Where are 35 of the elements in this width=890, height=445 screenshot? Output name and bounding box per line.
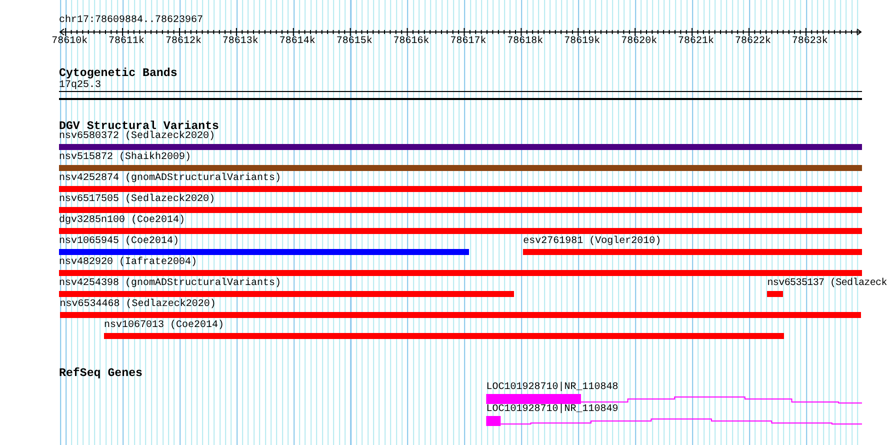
variant-label: nsv6517505 (Sedlazeck2020): [59, 194, 216, 206]
variant-label: nsv6534468 (Sedlazeck2020): [60, 299, 216, 311]
gene-label: LOC101928710|NR_110848: [486, 382, 618, 394]
tick-label: 78615k: [336, 36, 372, 48]
gene-label: LOC101928710|NR_110849: [486, 404, 618, 416]
variant-label: dgv3285n100 (Coe2014): [59, 215, 186, 227]
tick-label: 78613k: [222, 36, 258, 48]
variant-label: nsv6535137 (Sedlazeck: [767, 278, 887, 290]
tick-label: 78612k: [166, 36, 202, 48]
tick-label: 78611k: [108, 36, 145, 48]
variant-label: esv2761981 (Vogler2010): [523, 236, 662, 248]
region-title: chr17:78609884..78623967: [59, 15, 204, 27]
band-label: 17q25.3: [59, 80, 102, 91]
tick-label: 78622k: [735, 36, 771, 48]
variant-label: nsv482920 (Iafrate2004): [59, 257, 198, 269]
variant-label: nsv1065945 (Coe2014): [59, 236, 180, 248]
track-title: Cytogenetic Bands: [59, 67, 178, 80]
variant-label: nsv4252874 (gnomADStructuralVariants): [59, 173, 282, 185]
tick-label: 78610k: [52, 36, 88, 48]
tick-label: 78617k: [450, 36, 486, 48]
track-title: RefSeq Genes: [59, 367, 142, 380]
tick-label: 78619k: [564, 36, 600, 48]
exon-block[interactable]: [486, 416, 501, 426]
tick-label: 78616k: [393, 36, 430, 48]
tick-label: 78620k: [621, 36, 658, 48]
variant-label: nsv515872 (Shaikh2009): [59, 152, 192, 164]
variant-bar[interactable]: [767, 291, 784, 297]
tick-label: 78621k: [678, 36, 714, 48]
tick-label: 78623k: [792, 36, 828, 48]
variant-label: nsv4254398 (gnomADStructuralVariants): [59, 278, 282, 290]
exon-block[interactable]: [486, 394, 581, 404]
variant-label: nsv6580372 (Sedlazeck2020): [59, 131, 216, 143]
tick-label: 78614k: [279, 36, 316, 48]
variant-label: nsv1067013 (Coe2014): [104, 320, 224, 332]
tick-label: 78618k: [507, 36, 544, 48]
